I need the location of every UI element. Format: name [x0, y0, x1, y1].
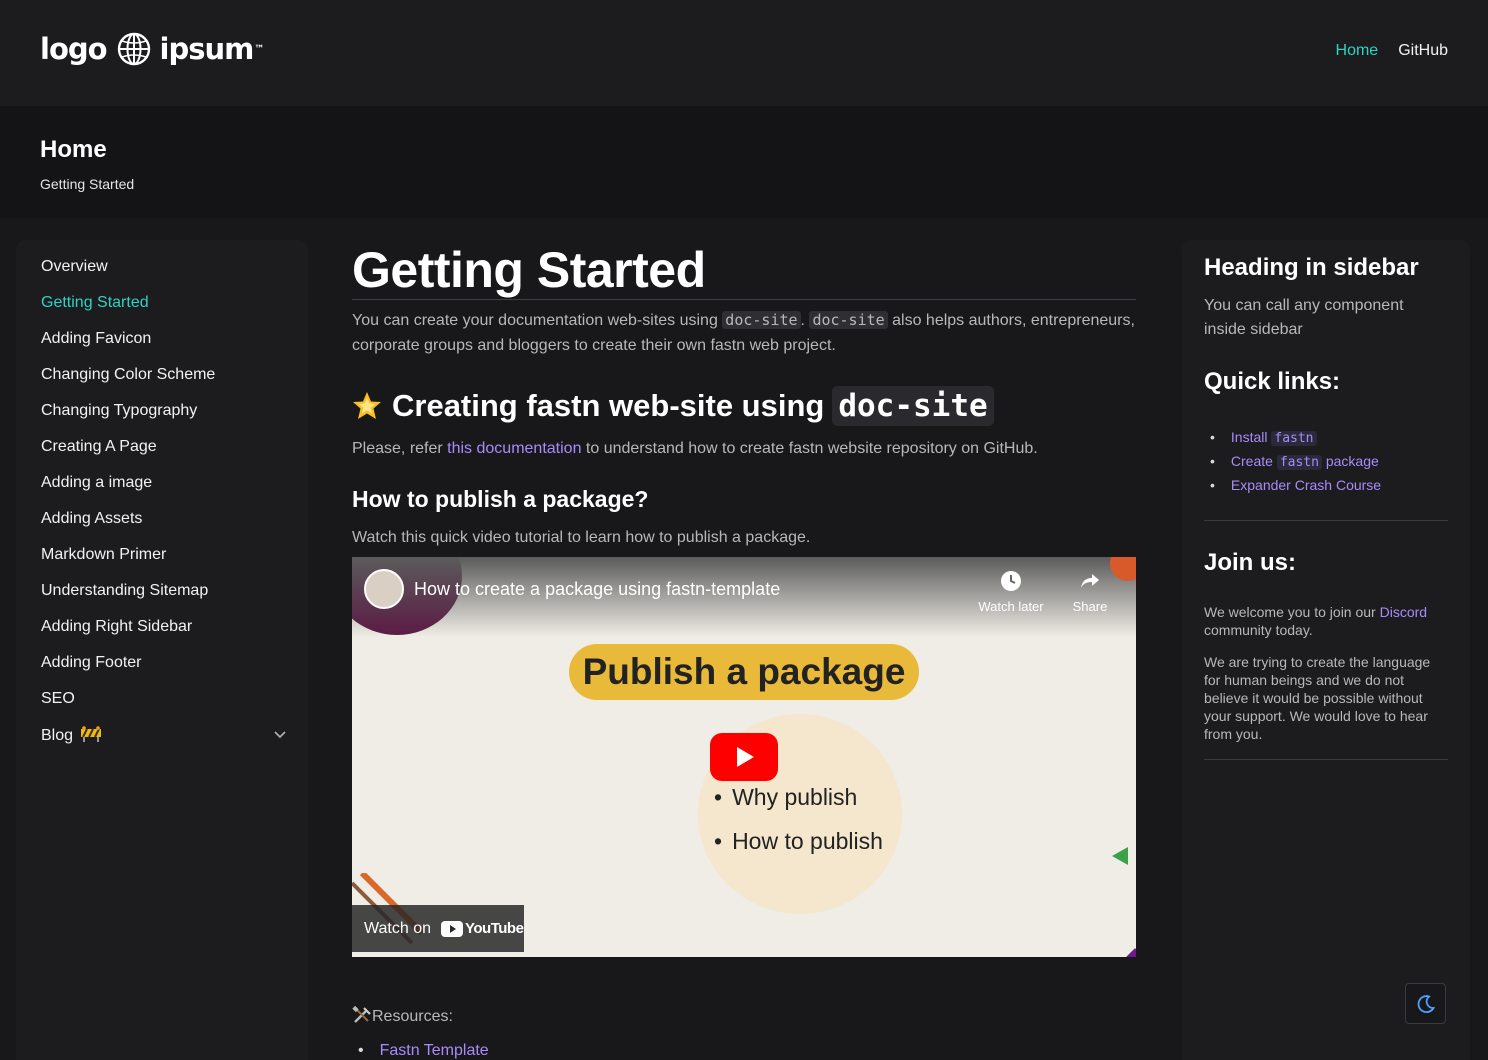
sidebar-item-changing-typography[interactable]: Changing Typography: [16, 402, 308, 438]
quick-link-create-fastn-package[interactable]: Create fastn package: [1204, 450, 1448, 474]
top-nav-links: Home GitHub: [1336, 42, 1448, 60]
quick-link-text: package: [1321, 453, 1379, 469]
quick-link-expander-crash-course[interactable]: Expander Crash Course: [1204, 474, 1448, 496]
watch-later-button[interactable]: Watch later: [974, 569, 1048, 614]
join-text-end: community today.: [1204, 622, 1313, 638]
inline-code: fastn: [1271, 431, 1317, 446]
site-logo[interactable]: logo ipsum ™: [40, 32, 264, 66]
resource-link-fastn-template[interactable]: Fastn Template: [352, 1042, 489, 1060]
sidebar-item-overview[interactable]: Overview: [16, 258, 308, 294]
documentation-link[interactable]: this documentation: [447, 440, 581, 457]
section-heading-creating-site: Creating fastn web-site using doc-site: [352, 386, 1136, 426]
top-navigation-bar: logo ipsum ™ Home GitHub: [0, 0, 1488, 106]
quick-link-text: Expander Crash Course: [1230, 477, 1382, 493]
clock-icon: [1001, 571, 1021, 591]
share-arrow-icon: [1081, 574, 1099, 588]
join-text-start: We welcome you to join our: [1204, 604, 1380, 620]
quick-link-text: Install: [1230, 429, 1272, 445]
intro-paragraph: You can create your documentation web-si…: [352, 308, 1136, 358]
thumbnail-bullets: Why publish How to publish: [714, 775, 883, 863]
watch-later-label: Watch later: [978, 599, 1044, 614]
sidebar-item-adding-favicon[interactable]: Adding Favicon: [16, 330, 308, 366]
right-sidebar: Heading in sidebar You can call any comp…: [1182, 240, 1470, 1060]
refer-text-end: to understand how to create fastn websit…: [581, 440, 1038, 457]
sidebar-item-understanding-sitemap[interactable]: Understanding Sitemap: [16, 582, 308, 618]
sidebar-item-blog-label: Blog: [41, 727, 74, 744]
divider: [1204, 759, 1448, 760]
logo-text-right: ipsum: [159, 32, 255, 66]
quick-links-list: Install fastn Create fastn package Expan…: [1204, 426, 1448, 496]
quick-links-title: Quick links:: [1204, 368, 1341, 395]
sidebar-text: You can call any component inside sideba…: [1204, 297, 1404, 338]
tools-icon: [352, 1006, 371, 1023]
thumbnail-heading: Publish a package: [569, 644, 919, 700]
resources-section: Resources: Fastn Template: [352, 1006, 489, 1060]
intro-text-start: You can create your documentation web-si…: [352, 312, 723, 329]
resources-label: Resources:: [372, 1008, 453, 1025]
quick-link-install-fastn[interactable]: Install fastn: [1204, 426, 1448, 450]
nav-link-github[interactable]: GitHub: [1398, 42, 1448, 60]
quick-link-text: Create: [1230, 453, 1277, 469]
watch-on-youtube-button[interactable]: Watch on YouTube: [352, 905, 524, 952]
page-header: Home Getting Started: [0, 106, 1488, 218]
thumbnail-decoration: [1112, 847, 1128, 865]
left-sidebar: Overview Getting Started Adding Favicon …: [16, 240, 308, 1060]
refer-paragraph: Please, refer this documentation to unde…: [352, 436, 1136, 461]
resources-list: Fastn Template: [352, 1042, 489, 1060]
nav-link-home[interactable]: Home: [1336, 42, 1379, 60]
video-title[interactable]: How to create a package using fastn-temp…: [414, 579, 780, 600]
thumbnail-bullet: Why publish: [714, 775, 883, 819]
sidebar-item-seo[interactable]: SEO: [16, 690, 308, 726]
youtube-logo: YouTube: [441, 920, 524, 937]
sidebar-heading: Heading in sidebar: [1204, 254, 1419, 281]
sidebar-item-adding-assets[interactable]: Adding Assets: [16, 510, 308, 546]
globe-icon: [117, 32, 150, 66]
share-label: Share: [1072, 599, 1108, 614]
main-content: Getting Started You can create your docu…: [352, 240, 1136, 1059]
thumbnail-decoration: [1125, 948, 1136, 957]
star-icon: [353, 392, 381, 419]
sidebar-item-blog[interactable]: Blog: [16, 726, 308, 762]
construction-barrier-icon: [81, 726, 102, 742]
youtube-wordmark: YouTube: [465, 920, 524, 937]
watch-on-label: Watch on: [364, 919, 431, 937]
sidebar-item-changing-color-scheme[interactable]: Changing Color Scheme: [16, 366, 308, 402]
sidebar-item-adding-right-sidebar[interactable]: Adding Right Sidebar: [16, 618, 308, 654]
discord-link[interactable]: Discord: [1380, 604, 1427, 620]
inline-code-heading: doc-site: [832, 386, 994, 426]
divider: [1204, 520, 1448, 521]
article-title: Getting Started: [352, 240, 1136, 300]
inline-code: doc-site: [722, 311, 801, 329]
channel-avatar[interactable]: [364, 569, 404, 609]
breadcrumb: Getting Started: [40, 176, 135, 192]
sidebar-item-adding-footer[interactable]: Adding Footer: [16, 654, 308, 690]
page-section-title: Home: [40, 136, 107, 163]
youtube-video-embed[interactable]: How to create a package using fastn-temp…: [352, 557, 1136, 957]
logo-text-left: logo: [40, 32, 108, 66]
section-heading-publish: How to publish a package?: [352, 486, 649, 512]
youtube-icon: [441, 920, 463, 937]
join-us-paragraph: We welcome you to join our Discord commu…: [1204, 603, 1448, 639]
sidebar-item-markdown-primer[interactable]: Markdown Primer: [16, 546, 308, 582]
trademark-symbol: ™: [254, 43, 264, 55]
play-button-icon[interactable]: [710, 733, 778, 781]
inline-code: fastn: [1276, 455, 1322, 470]
share-button[interactable]: Share: [1064, 569, 1116, 614]
publish-description: Watch this quick video tutorial to learn…: [352, 529, 811, 546]
thumbnail-bullet: How to publish: [714, 819, 883, 863]
sidebar-item-getting-started[interactable]: Getting Started: [16, 294, 308, 330]
chevron-down-icon[interactable]: [272, 726, 288, 742]
sidebar-item-creating-a-page[interactable]: Creating A Page: [16, 438, 308, 474]
section-heading-text: Creating fastn web-site using: [392, 388, 825, 423]
moon-icon: [1417, 995, 1436, 1013]
sidebar-item-adding-a-image[interactable]: Adding a image: [16, 474, 308, 510]
inline-code: doc-site: [809, 311, 888, 329]
theme-toggle-button[interactable]: [1405, 983, 1446, 1024]
support-paragraph: We are trying to create the language for…: [1204, 654, 1431, 742]
sidebar-nav-list: Overview Getting Started Adding Favicon …: [16, 240, 308, 762]
refer-text-start: Please, refer: [352, 440, 448, 457]
join-us-title: Join us:: [1204, 549, 1297, 576]
